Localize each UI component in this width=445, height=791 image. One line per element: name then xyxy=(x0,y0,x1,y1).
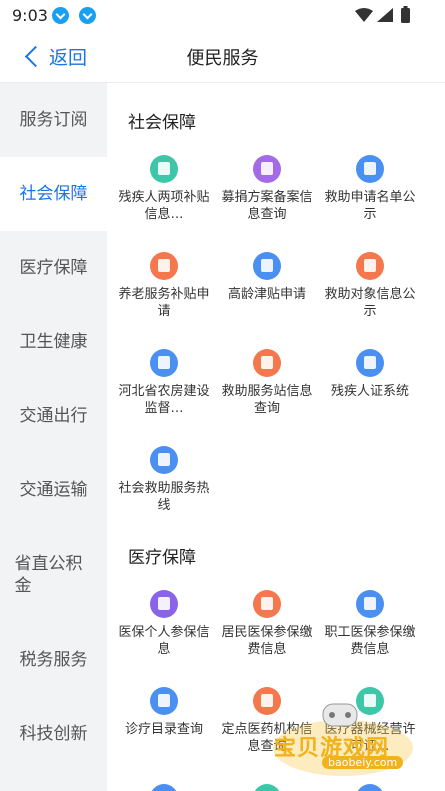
aid-hand-icon xyxy=(356,155,384,183)
sidebar-item-transport[interactable]: 交通运输 xyxy=(0,453,107,527)
service-label: 救助申请名单公示 xyxy=(324,190,416,222)
service-label: 河北省农房建设监督… xyxy=(118,384,210,416)
service-label: 募捐方案备案信息查询 xyxy=(221,190,313,222)
service-item[interactable]: 救助服务站信息查询 xyxy=(219,349,315,417)
service-label: 居民医保参保缴费信息 xyxy=(221,625,313,657)
service-item[interactable]: 居民医保参保缴费信息 xyxy=(219,590,315,658)
building-icon xyxy=(150,349,178,377)
service-label: 诊疗目录查询 xyxy=(124,722,203,737)
employee-insurance-icon xyxy=(356,590,384,618)
service-label: 救助对象信息公示 xyxy=(324,287,416,319)
category-sidebar: 服务订阅 社会保障 医疗保障 卫生健康 交通出行 交通运输 省直公积金 税务服务… xyxy=(0,83,107,791)
service-item[interactable]: 救助对象信息公示 xyxy=(322,252,418,320)
resident-insurance-icon xyxy=(253,590,281,618)
top-app-bar: 返回 便民服务 xyxy=(0,30,445,83)
sidebar-item-housing-fund[interactable]: 省直公积金 xyxy=(0,527,107,623)
sidebar-item-label: 卫生健康 xyxy=(19,332,88,352)
service-icon-partial xyxy=(356,784,384,791)
service-item[interactable]: 救助申请名单公示 xyxy=(322,155,418,223)
donation-badge-icon xyxy=(253,155,281,183)
download-notification-icon xyxy=(79,7,96,24)
status-time: 9:03 xyxy=(12,6,48,25)
sidebar-item-label: 科技创新 xyxy=(19,724,88,744)
service-item[interactable]: 养老服务补贴申请 xyxy=(116,252,212,320)
service-item[interactable]: 残疾人两项补贴信息… xyxy=(116,155,212,223)
service-label: 医保个人参保信息 xyxy=(118,625,210,657)
section-title: 社会保障 xyxy=(128,113,196,133)
service-item[interactable]: 职工医保参保缴费信息 xyxy=(322,590,418,658)
watermark-url: baobeiy.com xyxy=(322,756,404,769)
helpline-icon xyxy=(150,446,178,474)
download-notification-icon xyxy=(52,7,69,24)
catalog-icon xyxy=(150,687,178,715)
medical-card-icon xyxy=(150,590,178,618)
sidebar-item-label: 服务订阅 xyxy=(19,110,88,130)
section-title: 医疗保障 xyxy=(128,548,196,568)
sidebar-item-travel[interactable]: 交通出行 xyxy=(0,379,107,453)
service-label: 残疾人证系统 xyxy=(330,384,409,399)
id-card-icon xyxy=(356,349,384,377)
service-label: 残疾人两项补贴信息… xyxy=(118,190,210,222)
service-label: 高龄津贴申请 xyxy=(227,287,306,302)
system-status-icons xyxy=(355,6,410,23)
service-item[interactable]: 社会救助服务热线 xyxy=(116,446,212,514)
sidebar-item-label: 税务服务 xyxy=(19,650,88,670)
pension-subsidy-icon xyxy=(150,252,178,280)
service-label: 职工医保参保缴费信息 xyxy=(324,625,416,657)
handicap-subsidy-icon xyxy=(150,155,178,183)
page-title: 便民服务 xyxy=(186,48,259,69)
sidebar-item-label: 社会保障 xyxy=(19,184,88,204)
sidebar-item-subscription[interactable]: 服务订阅 xyxy=(0,83,107,157)
service-item[interactable]: 医保个人参保信息 xyxy=(116,590,212,658)
sidebar-item-technology[interactable]: 科技创新 xyxy=(0,697,107,771)
sidebar-item-label: 交通出行 xyxy=(19,406,88,426)
sidebar-item-label: 省直公积金 xyxy=(14,554,83,596)
sidebar-item-tax[interactable]: 税务服务 xyxy=(0,623,107,697)
service-label: 养老服务补贴申请 xyxy=(118,287,210,319)
service-item[interactable]: 河北省农房建设监督… xyxy=(116,349,212,417)
senior-allowance-icon xyxy=(253,252,281,280)
service-item[interactable]: 募捐方案备案信息查询 xyxy=(219,155,315,223)
service-icon-partial xyxy=(150,784,178,791)
service-item[interactable]: 残疾人证系统 xyxy=(322,349,418,400)
status-bar: 9:03 xyxy=(0,0,445,30)
sidebar-item-social-security[interactable]: 社会保障 xyxy=(0,157,107,231)
sidebar-item-health[interactable]: 卫生健康 xyxy=(0,305,107,379)
service-item[interactable]: 高龄津贴申请 xyxy=(219,252,315,303)
service-label: 救助服务站信息查询 xyxy=(221,384,313,416)
house-icon xyxy=(253,349,281,377)
sidebar-item-label: 交通运输 xyxy=(19,480,88,500)
service-content: 社会保障 残疾人两项补贴信息… 募捐方案备案信息查询 救助申请名单公示 养老服务… xyxy=(107,83,445,791)
service-icon-partial xyxy=(253,784,281,791)
sidebar-item-medical-security[interactable]: 医疗保障 xyxy=(0,231,107,305)
sidebar-item-label: 医疗保障 xyxy=(19,258,88,278)
service-item[interactable]: 诊疗目录查询 xyxy=(116,687,212,738)
heart-hand-icon xyxy=(356,252,384,280)
service-label: 社会救助服务热线 xyxy=(118,481,210,513)
